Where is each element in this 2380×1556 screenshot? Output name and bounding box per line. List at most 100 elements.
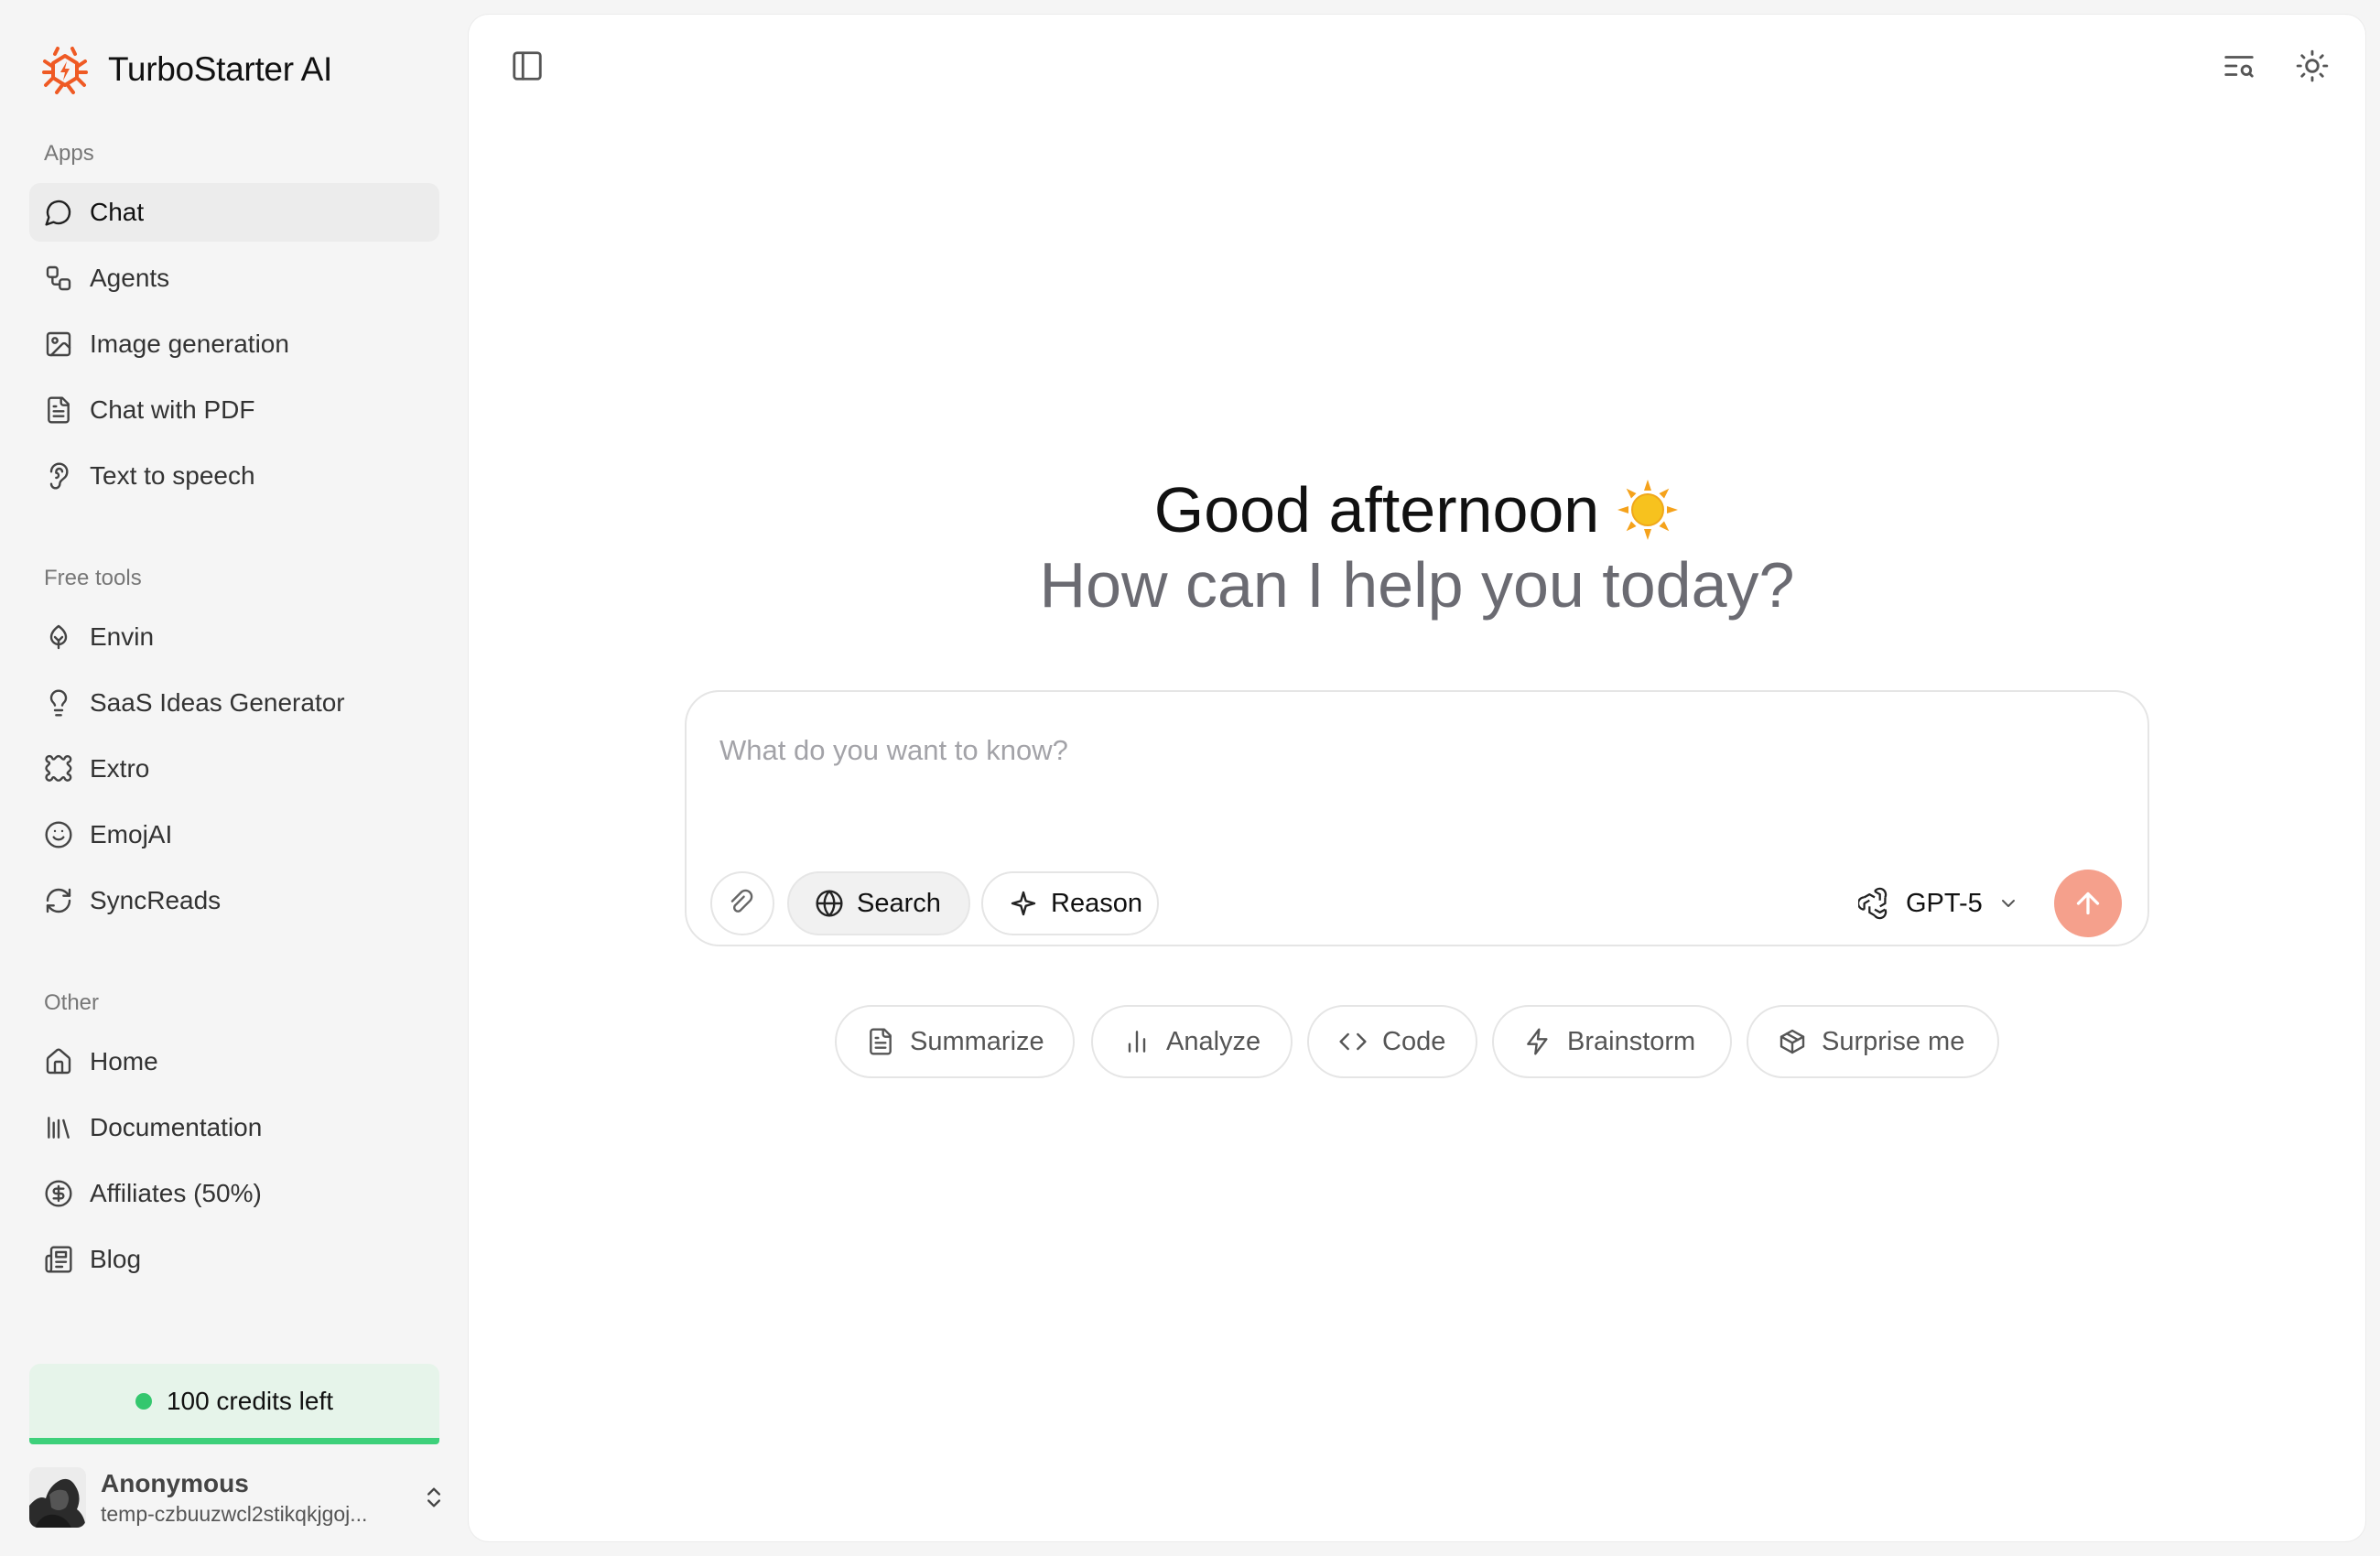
code-icon	[1338, 1027, 1368, 1056]
sun-emoji-icon	[1616, 478, 1680, 542]
sidebar-item-label: Extro	[90, 754, 150, 783]
bar-chart-icon	[1122, 1027, 1152, 1056]
toggle-sidebar-button[interactable]	[502, 40, 553, 92]
prompt-input[interactable]	[719, 729, 2093, 773]
library-icon	[44, 1113, 73, 1142]
sidebar-item-label: Blog	[90, 1245, 142, 1273]
sidebar-item-label: SaaS Ideas Generator	[90, 688, 345, 717]
sidebar-item-label: Text to speech	[90, 461, 255, 490]
section-label-other: Other	[44, 990, 100, 1015]
home-icon	[44, 1047, 73, 1076]
suggestion-summarize[interactable]: Summarize	[835, 1005, 1075, 1078]
sidebar-item-label: Documentation	[90, 1113, 263, 1141]
search-label: Search	[857, 888, 941, 918]
sidebar-panel-icon	[510, 49, 545, 83]
search-toggle-button[interactable]: Search	[787, 871, 970, 935]
brand[interactable]: TurboStarter AI	[42, 40, 332, 99]
chip-label: Surprise me	[1822, 1026, 1965, 1056]
chip-label: Analyze	[1166, 1026, 1261, 1056]
sidebar-item-label: Chat	[90, 198, 145, 226]
leaf-icon	[44, 622, 73, 652]
reason-label: Reason	[1051, 888, 1142, 918]
newspaper-icon	[44, 1245, 73, 1274]
sidebar-item-blog[interactable]: Blog	[29, 1230, 439, 1289]
sidebar-item-chat[interactable]: Chat	[29, 183, 439, 242]
suggestion-brainstorm[interactable]: Brainstorm	[1492, 1005, 1732, 1078]
document-icon	[866, 1027, 895, 1056]
suggestion-surprise-me[interactable]: Surprise me	[1747, 1005, 1999, 1078]
sidebar-item-label: Home	[90, 1047, 158, 1075]
sidebar-item-label: EmojAI	[90, 820, 173, 848]
sparkle-icon	[1009, 889, 1038, 918]
theme-toggle-button[interactable]	[2287, 40, 2338, 92]
sidebar-item-home[interactable]: Home	[29, 1032, 439, 1091]
greeting-text: Good afternoon	[1153, 474, 1600, 546]
chip-label: Brainstorm	[1567, 1026, 1696, 1056]
sidebar-item-label: SyncReads	[90, 886, 222, 914]
document-icon	[44, 395, 73, 425]
chip-label: Code	[1382, 1026, 1446, 1056]
text-search-icon	[2222, 49, 2256, 83]
avatar	[29, 1467, 86, 1528]
arrow-up-icon	[2072, 887, 2104, 920]
sidebar-item-label: Affiliates (50%)	[90, 1179, 262, 1207]
globe-icon	[815, 889, 844, 918]
section-label-free-tools: Free tools	[44, 566, 142, 590]
sidebar-item-text-to-speech[interactable]: Text to speech	[29, 447, 439, 505]
refresh-icon	[44, 886, 73, 915]
model-selector[interactable]: GPT-5	[1858, 871, 2019, 935]
credits-badge[interactable]: 100 credits left	[29, 1364, 439, 1444]
model-label: GPT-5	[1906, 888, 1983, 918]
sidebar-item-affiliates[interactable]: Affiliates (50%)	[29, 1164, 439, 1223]
paperclip-icon	[728, 889, 757, 918]
suggestion-code[interactable]: Code	[1307, 1005, 1477, 1078]
status-dot	[135, 1392, 152, 1410]
chip-label: Summarize	[910, 1026, 1044, 1056]
sidebar-item-syncreads[interactable]: SyncReads	[29, 871, 439, 930]
lightning-icon	[1523, 1027, 1552, 1056]
user-name: Anonymous	[101, 1469, 249, 1497]
chevron-down-icon	[1997, 892, 2019, 914]
sidebar-item-chat-with-pdf[interactable]: Chat with PDF	[29, 381, 439, 439]
user-menu[interactable]: Anonymous temp-czbuuzwcl2stikqkjgoj...	[29, 1464, 447, 1530]
user-email: temp-czbuuzwcl2stikqkjgoj...	[101, 1502, 368, 1526]
speech-icon	[44, 461, 73, 491]
smile-icon	[44, 820, 73, 849]
chat-composer: Search Reason	[685, 690, 2149, 946]
sidebar-item-documentation[interactable]: Documentation	[29, 1098, 439, 1157]
chevrons-up-down-icon[interactable]	[421, 1483, 447, 1512]
lightbulb-icon	[44, 688, 73, 718]
sidebar: TurboStarter AI Apps Chat Agents Image g…	[0, 0, 469, 1556]
brand-name: TurboStarter AI	[108, 50, 333, 88]
agents-icon	[44, 264, 73, 293]
chat-bubble-icon	[44, 198, 73, 227]
user-info: Anonymous temp-czbuuzwcl2stikqkjgoj...	[101, 1467, 406, 1528]
greeting-line: Good afternoon	[469, 472, 2365, 547]
subheading: How can I help you today?	[1039, 549, 1795, 621]
reason-toggle-button[interactable]: Reason	[981, 871, 1159, 935]
sidebar-item-emojai[interactable]: EmojAI	[29, 805, 439, 864]
sidebar-item-image-generation[interactable]: Image generation	[29, 315, 439, 373]
sidebar-item-label: Envin	[90, 622, 155, 651]
credits-label: 100 credits left	[166, 1386, 334, 1415]
sidebar-item-envin[interactable]: Envin	[29, 608, 439, 666]
brand-logo-icon	[42, 43, 88, 96]
box-icon	[1778, 1027, 1807, 1056]
send-button[interactable]	[2054, 870, 2122, 937]
sidebar-item-label: Agents	[90, 264, 170, 292]
section-label-apps: Apps	[44, 141, 94, 166]
sun-icon	[2295, 49, 2330, 83]
sidebar-item-saas-ideas-generator[interactable]: SaaS Ideas Generator	[29, 674, 439, 732]
openai-logo-icon	[1858, 887, 1891, 920]
sidebar-item-extro[interactable]: Extro	[29, 740, 439, 798]
greeting: Good afternoon How can I help you today?	[469, 472, 2365, 622]
main-panel: Good afternoon How can I help you today?…	[469, 15, 2365, 1541]
puzzle-icon	[44, 754, 73, 783]
attach-button[interactable]	[710, 871, 774, 935]
sidebar-item-agents[interactable]: Agents	[29, 249, 439, 308]
suggestion-analyze[interactable]: Analyze	[1091, 1005, 1293, 1078]
dollar-icon	[44, 1179, 73, 1208]
image-icon	[44, 330, 73, 359]
search-history-button[interactable]	[2213, 40, 2265, 92]
sidebar-item-label: Image generation	[90, 330, 289, 358]
